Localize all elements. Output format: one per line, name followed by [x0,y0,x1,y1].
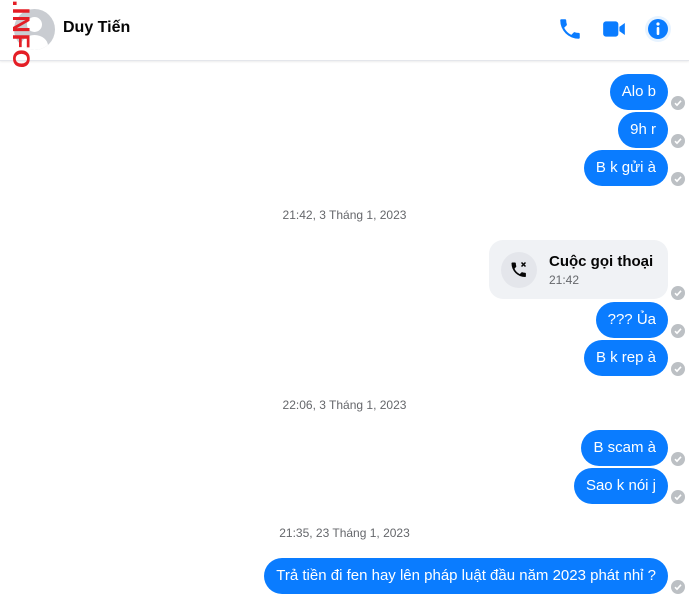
watermark-logo: .INFO [7,0,34,69]
timestamp-divider: 21:35, 23 Tháng 1, 2023 [279,526,410,540]
message-bubble[interactable]: 9h r [618,112,668,148]
message-bubble[interactable]: Alo b [609,74,668,110]
message-bubble[interactable]: Trả tiền đi fen hay lên pháp luật đầu nă… [264,558,668,594]
call-title: Cuộc gọi thoại [549,253,654,270]
info-icon[interactable] [645,16,671,42]
message-bubble[interactable]: B k gửi à [583,150,668,186]
chat-header: Duy Tiến [0,0,689,61]
call-time: 21:42 [549,273,580,287]
message-bubble[interactable]: ??? Ủa [595,302,668,338]
message-bubble[interactable]: B scam à [581,430,668,466]
phone-icon[interactable] [557,16,583,42]
voice-call-card[interactable]: Cuộc gọi thoại 21:42 [489,240,668,299]
timestamp-divider: 21:42, 3 Tháng 1, 2023 [282,208,407,222]
seen-check-icon [671,286,685,300]
seen-check-icon [671,324,685,338]
video-camera-icon[interactable] [601,16,627,42]
seen-check-icon [671,490,685,504]
missed-call-icon [501,252,537,288]
seen-check-icon [671,134,685,148]
message-bubble[interactable]: Sao k nói j [573,468,668,504]
seen-check-icon [671,172,685,186]
message-bubble[interactable]: B k rep à [583,340,668,376]
contact-name[interactable]: Duy Tiến [63,19,130,37]
seen-check-icon [671,580,685,594]
timestamp-divider: 22:06, 3 Tháng 1, 2023 [282,398,407,412]
seen-check-icon [671,362,685,376]
seen-check-icon [671,96,685,110]
seen-check-icon [671,452,685,466]
